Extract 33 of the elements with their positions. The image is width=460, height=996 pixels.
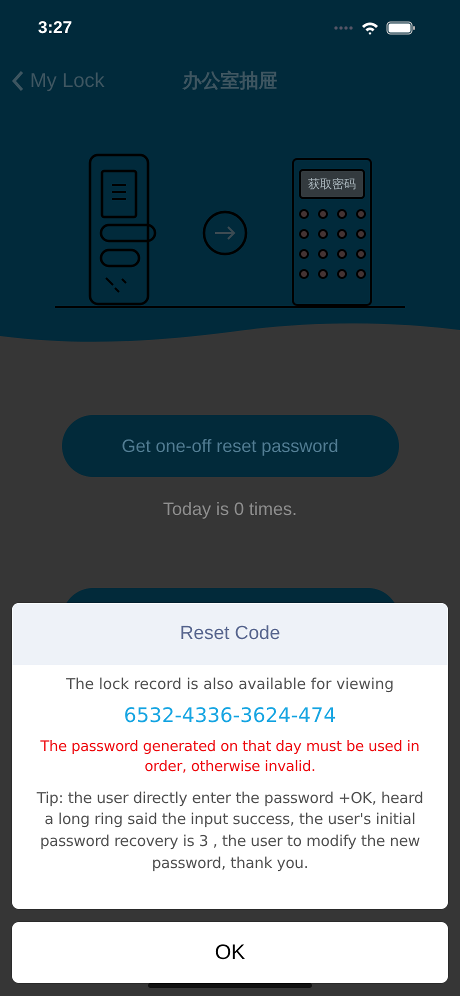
arrow-circle-icon <box>202 210 248 256</box>
keypad-key <box>356 209 366 219</box>
today-count: Today is 0 times. <box>162 499 298 520</box>
keypad-key <box>318 229 328 239</box>
keypad-key <box>356 249 366 259</box>
reset-password-button[interactable]: Get one-off reset password <box>62 415 398 477</box>
tip-text: Tip: the user directly enter the password +OK, heard a long ring said the input success, the user's initial password recovery is 3 , the user to modify the new password, thank you. <box>36 788 424 874</box>
keypad-key <box>298 209 308 219</box>
keypad-key <box>336 209 346 219</box>
nav-title: 办公室抽屉 <box>181 70 278 94</box>
keypad-key <box>298 269 308 279</box>
signal-icon <box>334 24 354 30</box>
wifi-icon <box>361 20 379 34</box>
keypad-key <box>336 249 346 259</box>
keypad-key <box>356 269 366 279</box>
status-time: 3:27 <box>38 18 72 38</box>
keypad-key <box>318 249 328 259</box>
chevron-left-icon <box>12 70 24 92</box>
keypad-key <box>318 269 328 279</box>
dialog-message: The lock record is also available for viewing <box>65 675 395 693</box>
keypad-key <box>318 209 328 219</box>
battery-icon <box>386 20 416 34</box>
keypad-key <box>356 229 366 239</box>
keypad-key <box>298 229 308 239</box>
keypad-key <box>336 269 346 279</box>
keypad-key <box>298 249 308 259</box>
ok-button[interactable]: OK <box>12 922 448 983</box>
keypad-key <box>336 229 346 239</box>
keypad-screen: 获取密码 <box>299 169 365 199</box>
back-button[interactable]: My Lock <box>0 70 104 92</box>
dialog-title: Reset Code <box>12 603 448 665</box>
warning-text: The password generated on that day must be used in order, otherwise invalid. <box>39 738 421 778</box>
reset-code: 6532-4336-3624-474 <box>122 703 338 727</box>
